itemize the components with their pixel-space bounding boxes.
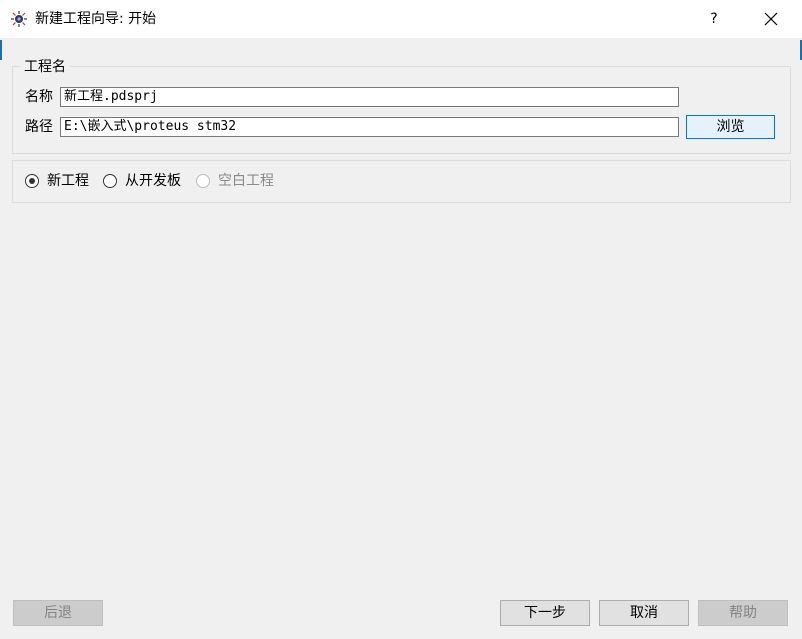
- title-bar: 新建工程向导: 开始 ?: [0, 0, 802, 38]
- close-icon: [764, 12, 778, 26]
- proteus-app-icon: [11, 11, 27, 27]
- path-label: 路径: [25, 119, 53, 135]
- name-label: 名称: [25, 89, 53, 105]
- new-project-label: 新工程: [47, 173, 89, 189]
- project-path-field[interactable]: E:\嵌入式\proteus stm32: [60, 117, 679, 137]
- next-button[interactable]: 下一步: [500, 600, 590, 626]
- browse-button[interactable]: 浏览: [686, 115, 775, 139]
- new-project-radio[interactable]: [25, 174, 39, 188]
- cancel-button[interactable]: 取消: [599, 600, 689, 626]
- background-window-edge: [0, 40, 2, 60]
- from-board-radio[interactable]: [103, 174, 117, 188]
- close-button[interactable]: [756, 6, 786, 32]
- window-title: 新建工程向导: 开始: [35, 11, 157, 27]
- project-name-group: [12, 66, 791, 154]
- project-name-field[interactable]: 新工程.pdsprj: [60, 87, 679, 107]
- from-board-label: 从开发板: [125, 173, 181, 189]
- blank-project-radio: [196, 174, 210, 188]
- project-name-legend: 工程名: [20, 58, 70, 76]
- title-help-button[interactable]: ?: [700, 9, 728, 29]
- back-button: 后退: [13, 600, 103, 626]
- help-button: 帮助: [698, 600, 788, 626]
- blank-project-label: 空白工程: [218, 173, 274, 189]
